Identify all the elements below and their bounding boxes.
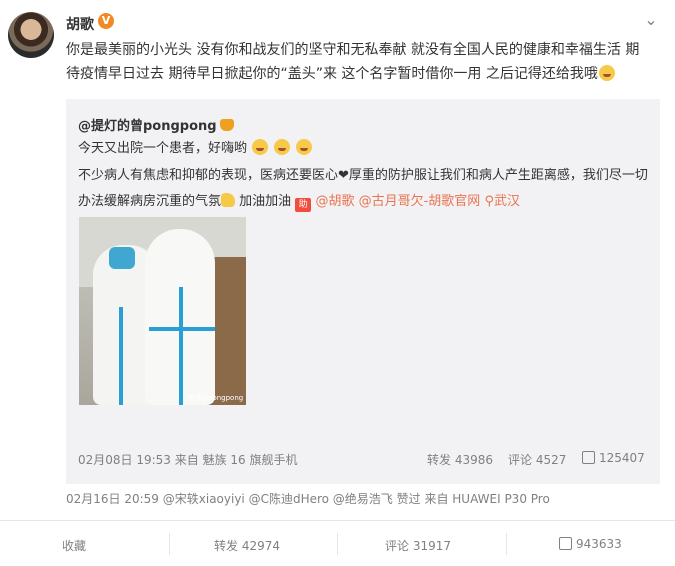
comment-button[interactable]: 评论 31917 (385, 537, 451, 554)
hand-icon (221, 193, 236, 207)
separator (506, 533, 507, 555)
emoji-icon (274, 139, 291, 155)
repost-body-a: 不少病人有焦虑和抑郁的表现，医病还要医心 (78, 168, 339, 183)
repost-body: 不少病人有焦虑和抑郁的表现，医病还要医心❤厚重的防护服让我们和病人产生距离感，我… (78, 163, 648, 215)
photo-watermark: 微博@pongpong (187, 394, 244, 402)
repost-author[interactable]: @提灯的曾pongpong (78, 115, 234, 134)
post-meta: 02月16日 20:59 @宋轶xiaoyiyi @C陈迪dHero @绝易浩飞… (66, 490, 550, 507)
location-link[interactable]: ⚲武汉 (484, 194, 520, 209)
thumbs-up-icon (582, 451, 595, 464)
post-text: 你是最美丽的小光头 没有你和战友们的坚守和无私奉献 就没有全国人民的健康和幸福生… (66, 38, 648, 86)
author-name[interactable]: 胡歌 (66, 14, 94, 34)
post-timestamp[interactable]: 02月16日 20:59 (66, 492, 159, 506)
like-count[interactable]: 943633 (576, 537, 622, 551)
repost-reposts[interactable]: 转发 43986 (427, 451, 493, 468)
location-text[interactable]: 武汉 (494, 194, 520, 209)
repost-timestamp[interactable]: 02月08日 19:53 (78, 453, 171, 467)
repost-line: 今天又出院一个患者，好嗨哟 (78, 139, 313, 159)
repost-likes-count[interactable]: 125407 (599, 451, 645, 465)
repost-comments[interactable]: 评论 4527 (508, 451, 566, 468)
verified-icon: V (98, 13, 114, 29)
emoji-icon (296, 139, 313, 155)
like-button[interactable]: 943633 (559, 537, 622, 551)
crown-icon (219, 119, 234, 131)
repost-line-text: 今天又出院一个患者，好嗨哟 (78, 141, 248, 156)
repost-source: 来自 魅族 16 旗舰手机 (174, 453, 298, 467)
separator (337, 533, 338, 555)
repost-author-name[interactable]: @提灯的曾pongpong (78, 119, 217, 134)
repost-likes[interactable]: 125407 (582, 451, 645, 465)
repost-meta: 02月08日 19:53 来自 魅族 16 旗舰手机 (78, 451, 297, 468)
divider (0, 520, 675, 521)
cheer-icon: 助 (295, 198, 312, 212)
chevron-down-icon[interactable]: ⌄ (641, 10, 661, 30)
reposted-card: @提灯的曾pongpong 今天又出院一个患者，好嗨哟 不少病人有焦虑和抑郁的表… (66, 99, 660, 484)
favorite-button[interactable]: 收藏 (62, 537, 86, 554)
separator (169, 533, 170, 555)
repost-body-c: 加油加油 (239, 194, 292, 209)
mention-hu-ge[interactable]: @胡歌 (315, 194, 354, 209)
post-liked-by[interactable]: @宋轶xiaoyiyi @C陈迪dHero @绝易浩飞 赞过 (163, 492, 421, 506)
thumbs-up-icon (559, 537, 572, 550)
repost-button[interactable]: 转发 42974 (214, 537, 280, 554)
post-text-body: 你是最美丽的小光头 没有你和战友们的坚守和无私奉献 就没有全国人民的健康和幸福生… (66, 42, 640, 82)
emoji-icon (598, 65, 615, 81)
mention-official[interactable]: @古月哥欠-胡歌官网 (359, 194, 481, 209)
post-source: 来自 HUAWEI P30 Pro (424, 492, 550, 506)
avatar[interactable] (8, 12, 54, 58)
heart-icon: ❤ (338, 168, 349, 183)
repost-photo[interactable]: 微博@pongpong (79, 217, 246, 405)
emoji-icon (252, 139, 269, 155)
